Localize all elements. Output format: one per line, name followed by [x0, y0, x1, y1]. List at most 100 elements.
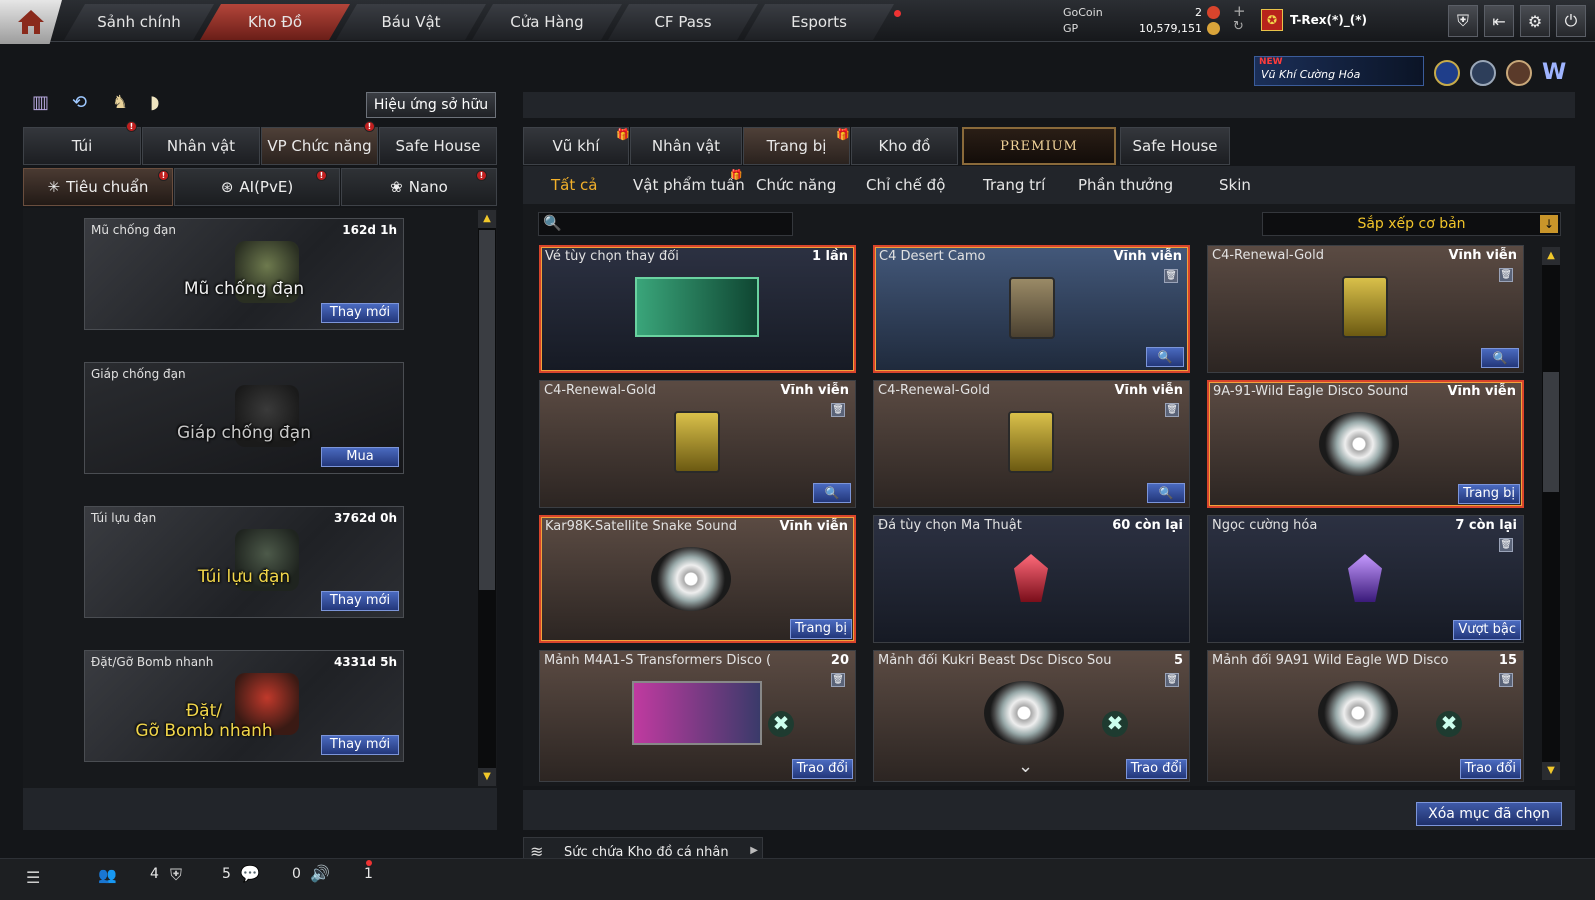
- trash-icon[interactable]: 🗑: [831, 403, 845, 417]
- scroll-down-arrow-icon[interactable]: ▼: [478, 768, 496, 786]
- chat-icon[interactable]: 💬: [240, 864, 260, 883]
- scroll-up-arrow-icon[interactable]: ▲: [1542, 247, 1560, 265]
- right-scrollbar[interactable]: [1542, 247, 1560, 780]
- right-tab-character[interactable]: Nhân vật: [630, 127, 742, 165]
- inspect-button[interactable]: 🔍: [1146, 347, 1184, 367]
- trash-icon[interactable]: 🗑: [1165, 673, 1179, 687]
- filter-all[interactable]: Tất cả: [551, 176, 597, 194]
- filter-functional[interactable]: Chức năng: [756, 176, 836, 194]
- sound-icon[interactable]: 🔊: [310, 864, 330, 883]
- equip-slot-helmet[interactable]: Mũ chống đạn 162d 1h Mũ chống đạn Thay m…: [84, 218, 404, 330]
- right-tab-weapons[interactable]: Vũ khí: [523, 127, 629, 165]
- power-button[interactable]: ⏻: [1556, 5, 1586, 37]
- equip-button[interactable]: Trang bị: [1458, 484, 1520, 504]
- filter-decoration[interactable]: Trang trí: [983, 176, 1045, 194]
- gear-icon: ⚙: [1527, 11, 1543, 31]
- mouse-icon[interactable]: ◗: [150, 92, 174, 116]
- right-scroll-thumb[interactable]: [1543, 372, 1559, 492]
- inspect-button[interactable]: 🔍: [1147, 483, 1185, 503]
- right-tab-premium[interactable]: PREMIUM: [962, 127, 1116, 165]
- notification-dot: [894, 10, 901, 17]
- filter-weekly-items[interactable]: Vật phẩm tuần: [633, 176, 745, 194]
- equip-slot-armor[interactable]: Giáp chống đạn Giáp chống đạn Mua: [84, 362, 404, 474]
- filter-skin[interactable]: Skin: [1219, 176, 1251, 194]
- right-tab-safe-house[interactable]: Safe House: [1120, 127, 1230, 165]
- item-card[interactable]: 9A-91-Wild Eagle Disco Sound Vĩnh viễn T…: [1207, 380, 1524, 508]
- trash-icon[interactable]: 🗑: [1499, 673, 1513, 687]
- add-coin-icon[interactable]: +: [1233, 2, 1246, 20]
- history-icon[interactable]: ⟲: [72, 92, 96, 116]
- search-input[interactable]: [565, 215, 787, 233]
- owned-effects-button[interactable]: Hiệu ứng sở hữu: [366, 92, 496, 118]
- mission-button[interactable]: ⛨: [1448, 5, 1478, 37]
- nav-tab-shop[interactable]: Cửa Hàng: [472, 4, 622, 40]
- right-tab-equipment[interactable]: Trang bị: [743, 127, 850, 165]
- trash-icon[interactable]: 🗑: [1499, 268, 1513, 282]
- exchange-button[interactable]: Trao đổi: [791, 759, 853, 779]
- item-card[interactable]: C4 Desert Camo Vĩnh viễn 🗑 🔍: [873, 245, 1190, 373]
- slot-art-text-2: Gỡ Bomb nhanh: [135, 721, 273, 741]
- search-box[interactable]: 🔍: [538, 212, 793, 236]
- right-tab-label: Trang bị: [766, 137, 827, 155]
- exchange-button[interactable]: Trao đổi: [1459, 759, 1521, 779]
- slot-art-text: Túi lựu đạn: [197, 567, 291, 587]
- nav-tab-esports[interactable]: Esports: [744, 4, 894, 40]
- filter-rewards[interactable]: Phần thưởng: [1078, 176, 1173, 194]
- friends-icon[interactable]: 👥: [98, 866, 117, 884]
- event-icon-4[interactable]: W: [1542, 60, 1568, 86]
- item-card[interactable]: Ngọc cường hóa 7 còn lại 🗑 Vượt bậc: [1207, 515, 1524, 643]
- scroll-down-arrow-icon[interactable]: ▼: [1542, 762, 1560, 780]
- nav-tab-inventory[interactable]: Kho Đồ: [200, 4, 350, 40]
- item-card[interactable]: C4-Renewal-Gold Vĩnh viễn 🗑 🔍: [1207, 245, 1524, 373]
- equip-slot-bomb-defuse[interactable]: Đặt/Gỡ Bomb nhanh 4331d 5h Đặt/ Gỡ Bomb …: [84, 650, 404, 762]
- chevron-down-icon[interactable]: ⌄: [1018, 756, 1033, 777]
- left-scroll-thumb[interactable]: [479, 230, 495, 590]
- nav-tab-lobby[interactable]: Sảnh chính: [64, 4, 214, 40]
- transcend-button[interactable]: Vượt bậc: [1453, 620, 1521, 640]
- character-icon[interactable]: ♞: [112, 92, 136, 116]
- nav-tab-cf-pass[interactable]: CF Pass: [608, 4, 758, 40]
- trash-icon[interactable]: 🗑: [1499, 538, 1513, 552]
- item-card[interactable]: Vé tùy chọn thay đổi 1 lần: [539, 245, 856, 373]
- item-card[interactable]: C4-Renewal-Gold Vĩnh viễn 🗑 🔍: [873, 380, 1190, 508]
- item-card[interactable]: Đá tùy chọn Ma Thuật 60 còn lại: [873, 515, 1190, 643]
- sort-dropdown[interactable]: Sắp xếp cơ bản ↓: [1262, 212, 1561, 236]
- clan-shield-icon[interactable]: ⛨: [170, 865, 182, 885]
- promo-banner[interactable]: NEW Vũ Khí Cường Hóa: [1254, 56, 1424, 86]
- right-tab-storage[interactable]: Kho đồ: [851, 127, 958, 165]
- slot-action-button[interactable]: Thay mới: [321, 591, 399, 611]
- menu-list-icon[interactable]: ☰: [26, 868, 40, 887]
- item-card[interactable]: Kar98K-Satellite Snake Sound Vĩnh viễn T…: [539, 515, 856, 643]
- slot-action-button[interactable]: Thay mới: [321, 303, 399, 323]
- event-icon-3[interactable]: [1506, 60, 1532, 86]
- slot-action-button[interactable]: Thay mới: [321, 735, 399, 755]
- trash-icon[interactable]: 🗑: [1164, 269, 1178, 283]
- category-nano[interactable]: ❀ Nano: [341, 168, 497, 206]
- settings-button[interactable]: ⚙: [1520, 5, 1550, 37]
- scroll-up-arrow-icon[interactable]: ▲: [478, 210, 496, 228]
- inspect-button[interactable]: 🔍: [1481, 348, 1519, 368]
- exit-room-button[interactable]: ⇤: [1484, 5, 1514, 37]
- slot-buy-button[interactable]: Mua: [321, 447, 399, 467]
- event-icon-2[interactable]: [1470, 60, 1496, 86]
- event-icon-1[interactable]: [1434, 60, 1460, 86]
- category-standard[interactable]: ✳ Tiêu chuẩn: [23, 168, 173, 206]
- left-tab-functional-items[interactable]: VP Chức năng: [261, 127, 378, 165]
- delete-selected-button[interactable]: Xóa mục đã chọn: [1416, 802, 1562, 826]
- trash-icon[interactable]: 🗑: [831, 673, 845, 687]
- equip-button[interactable]: Trang bị: [790, 619, 852, 639]
- trash-icon[interactable]: 🗑: [1165, 403, 1179, 417]
- item-card[interactable]: Mảnh M4A1-S Transformers Disco ( 20 🗑 ✖ …: [539, 650, 856, 782]
- refresh-icon[interactable]: ↻: [1233, 19, 1244, 34]
- exchange-button[interactable]: Trao đổi: [1125, 759, 1187, 779]
- inspect-button[interactable]: 🔍: [813, 483, 851, 503]
- left-tab-safe-house[interactable]: Safe House: [379, 127, 497, 165]
- equip-slot-grenade-bag[interactable]: Túi lựu đạn 3762d 0h Túi lựu đạn Thay mớ…: [84, 506, 404, 618]
- ranking-icon[interactable]: ▥: [32, 92, 56, 116]
- item-card[interactable]: C4-Renewal-Gold Vĩnh viễn 🗑 🔍: [539, 380, 856, 508]
- left-tab-bag[interactable]: Túi: [23, 127, 141, 165]
- item-card[interactable]: Mảnh đổi 9A91 Wild Eagle WD Disco 15 🗑 ✖…: [1207, 650, 1524, 782]
- nav-tab-treasure[interactable]: Báu Vật: [336, 4, 486, 40]
- left-tab-character[interactable]: Nhân vật: [142, 127, 260, 165]
- filter-mode-only[interactable]: Chỉ chế độ: [866, 176, 945, 194]
